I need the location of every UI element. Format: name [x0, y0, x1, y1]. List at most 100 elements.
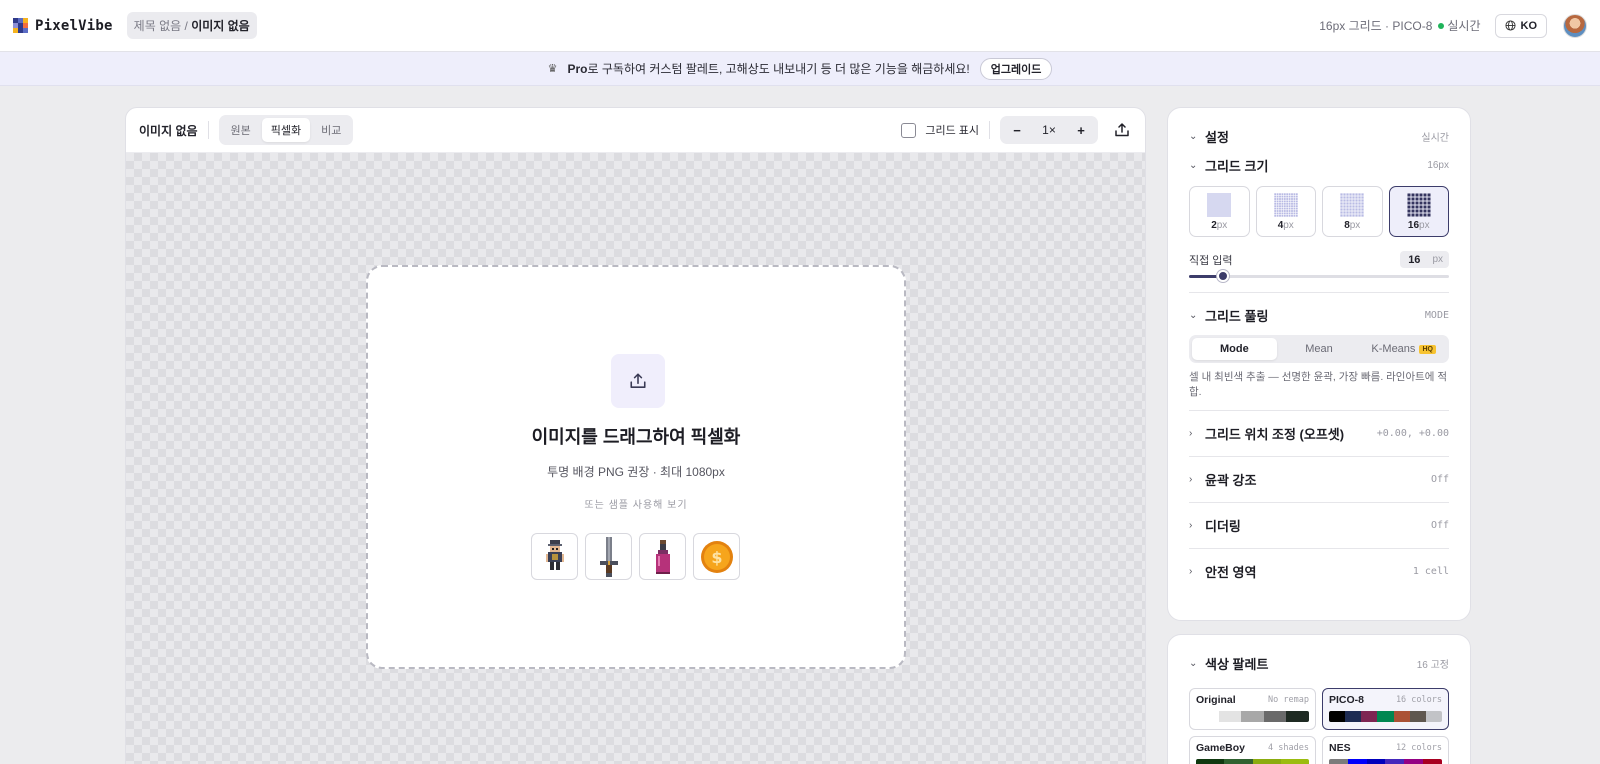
- slider-knob[interactable]: [1216, 270, 1229, 282]
- upload-dropzone[interactable]: 이미지를 드래그하여 픽셀화 투명 배경 PNG 권장 · 최대 1080px …: [366, 265, 906, 669]
- offset-meta: +0.00, +0.00: [1376, 428, 1449, 439]
- upgrade-button[interactable]: 업그레이드: [979, 57, 1053, 80]
- grid-size-options: 2px 4px 8px 16px: [1189, 186, 1449, 237]
- grid-size-meta: 16px: [1427, 160, 1449, 171]
- palette-swatch: [1329, 711, 1346, 722]
- grid-toggle-label[interactable]: 그리드 표시: [925, 122, 979, 138]
- grid-size-16px-option[interactable]: 16px: [1388, 186, 1449, 237]
- section-divider: [1189, 292, 1449, 293]
- safe-area-meta: 1 cell: [1412, 566, 1449, 577]
- sample-potion-button[interactable]: [639, 533, 686, 580]
- palette-swatch: [1347, 759, 1367, 764]
- grid-size-8px-option[interactable]: 8px: [1322, 186, 1383, 237]
- grid-8px-icon: [1340, 192, 1364, 217]
- sword-sprite-icon: [599, 536, 618, 577]
- user-avatar[interactable]: [1563, 13, 1587, 38]
- pooling-kmeans-option[interactable]: K-Means HQ: [1361, 338, 1446, 360]
- grid-size-slider[interactable]: [1189, 269, 1449, 283]
- outline-section-header[interactable]: › 윤곽 강조 Off: [1189, 456, 1449, 502]
- sample-knight-button[interactable]: [531, 533, 578, 580]
- palette-meta: 16 고정: [1416, 659, 1449, 671]
- palette-grid: Original No remap PICO-8 16 colors GameBoy…: [1189, 688, 1449, 764]
- grid-16px-icon: [1407, 192, 1431, 217]
- palette-swatch: [1241, 711, 1264, 722]
- promo-pro: Pro: [567, 62, 588, 76]
- language-button[interactable]: KO: [1494, 13, 1547, 38]
- palette-swatches: [1329, 711, 1442, 722]
- chevron-right-icon: ›: [1189, 474, 1193, 485]
- palette-swatch: [1366, 759, 1386, 764]
- safe-area-section-header[interactable]: › 안전 영역 1 cell: [1189, 548, 1449, 594]
- palette-name: Original: [1196, 694, 1236, 706]
- promo-message: 로 구독하여 커스텀 팔레트, 고해상도 내보내기 등 더 많은 기능을 해금하…: [587, 62, 970, 76]
- grid-size-input-unit: px: [1432, 254, 1443, 265]
- palette-swatch: [1280, 759, 1309, 764]
- view-compare-tab[interactable]: 비교: [312, 118, 350, 142]
- palette-option-original[interactable]: Original No remap: [1189, 688, 1316, 730]
- chevron-right-icon: ›: [1189, 520, 1193, 531]
- palette-swatches: [1196, 759, 1309, 764]
- palette-swatch: [1224, 759, 1253, 764]
- collapsed-sections: › 그리드 위치 조정 (오프셋) +0.00, +0.00 › 윤곽 강조 O…: [1189, 410, 1449, 594]
- app-logo[interactable]: PixelVibe: [13, 18, 113, 34]
- grid-size-header[interactable]: ⌄ 그리드 크기 16px: [1189, 156, 1449, 175]
- palette-panel: ⌄ 색상 팔레트 16 고정 Original No remap PICO-8 16…: [1167, 634, 1471, 764]
- dropzone-title: 이미지를 드래그하여 픽셀화: [531, 427, 741, 447]
- share-icon: [1115, 123, 1129, 137]
- palette-swatch: [1263, 711, 1287, 722]
- chevron-down-icon: ⌄: [1189, 130, 1198, 142]
- chevron-down-icon: ⌄: [1189, 657, 1198, 669]
- palette-swatch: [1286, 711, 1309, 722]
- palette-option-pico8[interactable]: PICO-8 16 colors: [1322, 688, 1449, 730]
- zoom-in-button[interactable]: +: [1068, 123, 1094, 138]
- dropzone-hint: 또는 샘플 사용해 보기: [584, 500, 688, 511]
- palette-swatch: [1196, 711, 1219, 722]
- palette-name: GameBoy: [1196, 742, 1246, 754]
- promo-text: Pro로 구독하여 커스텀 팔레트, 고해상도 내보내기 등 더 많은 기능을 …: [567, 60, 969, 77]
- palette-meta: 16 colors: [1395, 695, 1442, 705]
- palette-swatch: [1425, 711, 1442, 722]
- grid-size-label: 2px: [1211, 219, 1228, 231]
- grid-toggle-checkbox[interactable]: [901, 122, 917, 138]
- view-original-tab[interactable]: 원본: [222, 118, 260, 142]
- logo-pixel: [23, 28, 28, 33]
- toolbar-divider: [207, 121, 209, 139]
- sample-coin-button[interactable]: $: [693, 533, 740, 580]
- dropzone-subtitle: 투명 배경 PNG 권장 · 최대 1080px: [547, 465, 725, 479]
- zoom-out-button[interactable]: −: [1004, 123, 1030, 138]
- pooling-mode-option[interactable]: Mode: [1192, 338, 1277, 360]
- palette-swatch: [1409, 711, 1426, 722]
- palette-option-gameboy[interactable]: GameBoy 4 shades: [1189, 736, 1316, 764]
- grid-size-2px-option[interactable]: 2px: [1189, 186, 1250, 237]
- view-pixelate-tab[interactable]: 픽셀화: [261, 118, 311, 142]
- palette-swatch: [1361, 711, 1378, 722]
- offset-section-header[interactable]: › 그리드 위치 조정 (오프셋) +0.00, +0.00: [1189, 410, 1449, 456]
- pooling-header[interactable]: ⌄ 그리드 풀링 MODE: [1189, 306, 1449, 325]
- dithering-title: 디더링: [1205, 519, 1241, 534]
- grid-size-label: 8px: [1344, 219, 1361, 231]
- sample-sword-button[interactable]: [585, 533, 632, 580]
- settings-meta: 실시간: [1421, 132, 1449, 144]
- top-header: PixelVibe 제목 없음 / 이미지 없음 16px 그리드 · PICO…: [0, 0, 1600, 52]
- palette-header[interactable]: ⌄ 색상 팔레트 16 고정: [1189, 648, 1449, 678]
- canvas-toolbar: 이미지 없음 원본 픽셀화 비교 그리드 표시 − 1× +: [126, 108, 1145, 153]
- grid-size-title: 그리드 크기: [1205, 159, 1269, 174]
- palette-option-nes[interactable]: NES 12 colors: [1322, 736, 1449, 764]
- grid-size-4px-option[interactable]: 4px: [1255, 186, 1316, 237]
- upload-icon: [611, 354, 665, 408]
- toolbar-divider: [989, 121, 990, 139]
- promo-banner: ♛ Pro로 구독하여 커스텀 팔레트, 고해상도 내보내기 등 더 많은 기능…: [0, 52, 1600, 86]
- crown-icon: ♛: [547, 63, 558, 75]
- breadcrumb[interactable]: 제목 없음 / 이미지 없음: [126, 12, 257, 39]
- status-text: 16px 그리드 · PICO-8 실시간: [1319, 17, 1480, 34]
- pooling-mean-option[interactable]: Mean: [1277, 338, 1362, 360]
- chevron-right-icon: ›: [1189, 428, 1193, 439]
- export-button[interactable]: [1112, 120, 1132, 140]
- chevron-right-icon: ›: [1189, 566, 1193, 577]
- zoom-control: − 1× +: [1000, 116, 1098, 144]
- outline-title: 윤곽 강조: [1205, 473, 1257, 488]
- dithering-section-header[interactable]: › 디더링 Off: [1189, 502, 1449, 548]
- grid-size-input[interactable]: 16 px: [1400, 251, 1449, 268]
- logo-icon: [13, 18, 28, 33]
- palette-swatch: [1423, 759, 1442, 764]
